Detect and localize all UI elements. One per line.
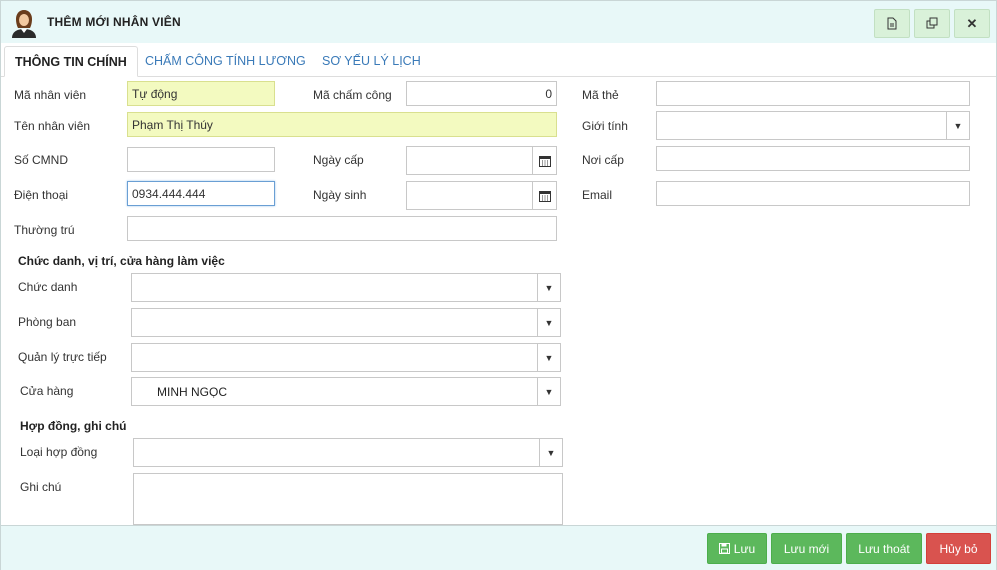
email-input[interactable] (656, 181, 970, 206)
save-exit-button[interactable]: Lưu thoát (846, 533, 922, 564)
save-new-button[interactable]: Lưu mới (771, 533, 842, 564)
employee-code-input[interactable] (127, 81, 275, 106)
card-code-input[interactable] (656, 81, 970, 106)
direct-manager-select[interactable]: ▼ (131, 343, 561, 372)
document-icon (887, 17, 897, 30)
close-button[interactable]: ✕ (954, 9, 990, 38)
tab-bar: THÔNG TIN CHÍNH CHẤM CÔNG TÍNH LƯƠNG SƠ … (1, 43, 996, 77)
calendar-icon[interactable] (532, 182, 556, 209)
permanent-address-input[interactable] (127, 216, 557, 241)
contract-section-title: Hợp đồng, ghi chú (20, 419, 127, 433)
contract-type-select[interactable]: ▼ (133, 438, 563, 467)
employee-name-input[interactable] (127, 112, 557, 137)
restore-window-icon (926, 17, 937, 29)
gender-label: Giới tính (582, 119, 628, 133)
gender-select[interactable]: ▼ (656, 111, 970, 140)
card-code-label: Mã thẻ (582, 88, 619, 102)
tab-resume[interactable]: SƠ YẾU LÝ LỊCH (312, 46, 431, 77)
id-number-label: Số CMND (14, 153, 69, 167)
cancel-button[interactable]: Hủy bỏ (926, 533, 991, 564)
chevron-down-icon[interactable]: ▼ (537, 378, 560, 405)
store-label: Cửa hàng (20, 384, 74, 398)
chevron-down-icon[interactable]: ▼ (539, 439, 562, 466)
window-title: THÊM MỚI NHÂN VIÊN (47, 15, 181, 29)
department-label: Phòng ban (18, 315, 77, 329)
email-label: Email (582, 188, 613, 202)
issue-place-input[interactable] (656, 146, 970, 171)
title-bar: THÊM MỚI NHÂN VIÊN ✕ (1, 1, 996, 43)
close-icon: ✕ (966, 15, 978, 31)
permanent-address-label: Thường trú (14, 223, 75, 237)
chevron-down-icon[interactable]: ▼ (537, 344, 560, 371)
department-select[interactable]: ▼ (131, 308, 561, 337)
phone-label: Điện thoại (14, 188, 69, 202)
chevron-down-icon[interactable]: ▼ (946, 112, 969, 139)
calendar-icon[interactable] (532, 147, 556, 174)
store-select[interactable]: MINH NGỌC ▼ (131, 377, 561, 406)
job-title-select[interactable]: ▼ (131, 273, 561, 302)
notes-textarea[interactable] (133, 473, 563, 525)
save-button[interactable]: Lưu (707, 533, 767, 564)
store-value: MINH NGỌC (157, 385, 227, 399)
chevron-down-icon[interactable]: ▼ (537, 274, 560, 301)
employee-code-label: Mã nhân viên (14, 88, 87, 102)
document-button[interactable] (874, 9, 910, 38)
birth-date-label: Ngày sinh (313, 188, 367, 202)
timekeeping-code-input[interactable] (406, 81, 557, 106)
employee-dialog: THÊM MỚI NHÂN VIÊN ✕ THÔNG TIN CHÍNH CHẤ… (0, 0, 997, 570)
job-title-label: Chức danh (18, 280, 78, 294)
cancel-label: Hủy bỏ (939, 541, 978, 556)
phone-input[interactable] (127, 181, 275, 206)
notes-label: Ghi chú (20, 480, 62, 494)
save-button-label: Lưu (733, 541, 756, 556)
save-exit-label: Lưu thoát (858, 541, 910, 556)
tab-timekeeping-salary[interactable]: CHẤM CÔNG TÍNH LƯƠNG (135, 46, 316, 77)
issue-place-label: Nơi cấp (582, 153, 624, 167)
dialog-footer: Lưu Lưu mới Lưu thoát Hủy bỏ (1, 525, 996, 570)
user-avatar-icon (12, 10, 36, 38)
tab-main-info[interactable]: THÔNG TIN CHÍNH (4, 46, 138, 77)
floppy-disk-icon (718, 543, 730, 554)
contract-type-label: Loại hợp đồng (20, 445, 98, 459)
restore-button[interactable] (914, 9, 950, 38)
issue-date-picker[interactable] (406, 146, 557, 175)
timekeeping-code-label: Mã chấm công (313, 88, 392, 102)
id-number-input[interactable] (127, 147, 275, 172)
chevron-down-icon[interactable]: ▼ (537, 309, 560, 336)
employee-name-label: Tên nhân viên (14, 119, 91, 133)
position-section-title: Chức danh, vị trí, cửa hàng làm việc (18, 254, 225, 268)
direct-manager-label: Quản lý trực tiếp (18, 350, 107, 364)
issue-date-label: Ngày cấp (313, 153, 364, 167)
save-new-label: Lưu mới (783, 541, 830, 556)
birth-date-picker[interactable] (406, 181, 557, 210)
